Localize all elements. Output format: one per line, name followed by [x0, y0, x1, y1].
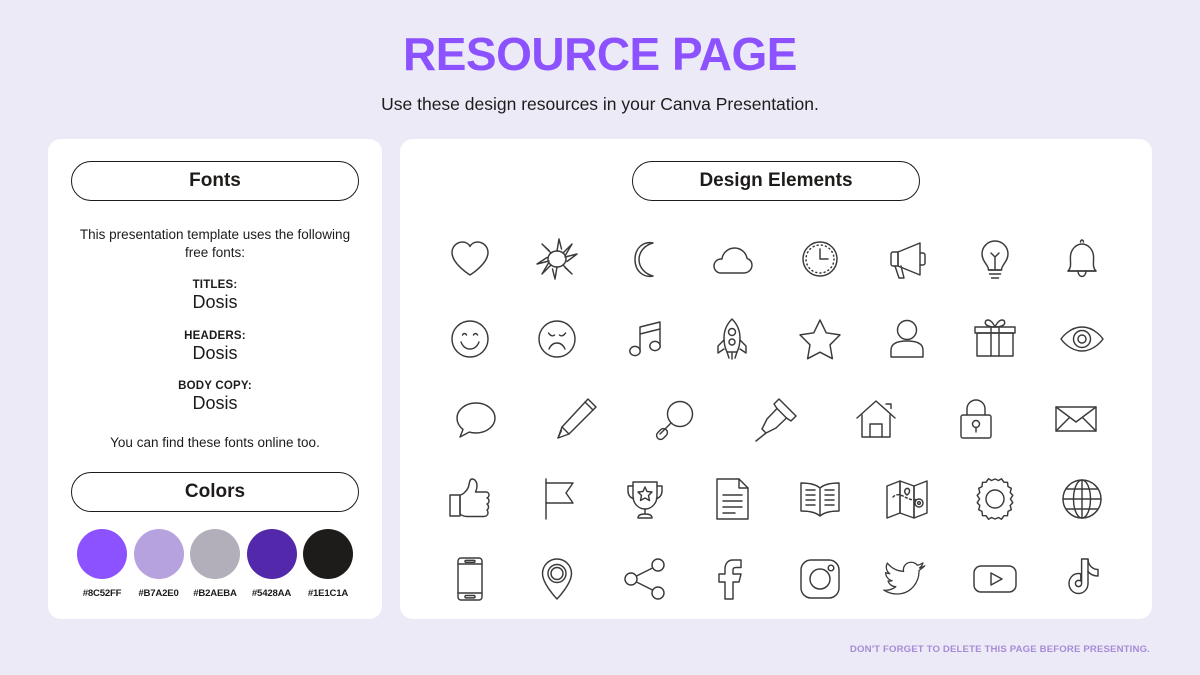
lock-icon[interactable] [945, 390, 1007, 448]
moon-icon[interactable] [614, 230, 676, 288]
color-swatch-item: #1E1C1A [300, 528, 356, 599]
megaphone-icon[interactable] [876, 230, 938, 288]
document-icon[interactable] [701, 470, 763, 528]
color-swatch-item: #B2AEBA [187, 528, 243, 599]
font-entry-titles: TITLES: Dosis [71, 279, 359, 313]
pencil-icon[interactable] [545, 390, 607, 448]
smiley-face-icon[interactable] [439, 310, 501, 368]
color-swatch-hex: #5428AA [251, 587, 292, 599]
delete-page-reminder: DON'T FORGET TO DELETE THIS PAGE BEFORE … [849, 644, 1150, 655]
font-entry-body-copy: BODY COPY: Dosis [71, 380, 359, 414]
fonts-and-colors-card: Fonts This presentation template uses th… [48, 139, 382, 620]
sad-face-icon[interactable] [526, 310, 588, 368]
color-swatch-dot [133, 528, 184, 579]
color-swatch-dot [303, 528, 353, 579]
heart-icon[interactable] [439, 230, 501, 288]
page-subtitle: Use these design resources in your Canva… [381, 94, 819, 115]
person-icon[interactable] [876, 310, 938, 368]
phone-icon[interactable] [439, 550, 501, 608]
font-name-label: Dosis [192, 393, 238, 414]
envelope-icon[interactable] [1045, 390, 1107, 448]
icon-row [426, 459, 1126, 539]
rocket-icon[interactable] [701, 310, 763, 368]
colors-heading-label: Colors [184, 480, 246, 502]
fonts-outro-text: You can find these fonts online too. [110, 434, 320, 450]
gift-icon[interactable] [964, 310, 1026, 368]
color-swatch-hex: #B2AEBA [193, 587, 237, 599]
twitter-icon[interactable] [876, 550, 938, 608]
color-swatch-dot [190, 528, 240, 579]
share-icon[interactable] [614, 550, 676, 608]
icon-row [426, 299, 1126, 379]
magnifier-icon[interactable] [645, 390, 707, 448]
eye-icon[interactable] [1051, 310, 1113, 368]
open-book-icon[interactable] [789, 470, 851, 528]
font-role-label: HEADERS: [184, 329, 246, 342]
speech-bubble-icon[interactable] [445, 390, 507, 448]
pushpin-icon[interactable] [745, 390, 807, 448]
font-name-label: Dosis [192, 291, 238, 312]
color-swatch-hex: #B7A2E0 [138, 587, 179, 599]
youtube-icon[interactable] [964, 550, 1026, 608]
gear-icon[interactable] [964, 470, 1026, 528]
icon-row [426, 219, 1126, 299]
house-icon[interactable] [845, 390, 907, 448]
icon-grid [400, 219, 1152, 619]
music-note-icon[interactable] [614, 310, 676, 368]
thumbs-up-icon[interactable] [439, 470, 501, 528]
icon-row [426, 379, 1126, 459]
trophy-icon[interactable] [614, 470, 676, 528]
color-swatch-item: #8C52FF [74, 528, 130, 599]
font-name-label: Dosis [192, 342, 238, 363]
facebook-icon[interactable] [701, 550, 763, 608]
color-swatch-hex: #8C52FF [82, 587, 122, 599]
map-icon[interactable] [876, 470, 938, 528]
colors-heading-pill: Colors [71, 471, 359, 512]
font-entry-headers: HEADERS: Dosis [71, 330, 359, 364]
icon-row [426, 539, 1126, 619]
color-swatch-row: #8C52FF #B7A2E0 #B2AEBA #5428AA #1E1C1A [71, 528, 359, 599]
fonts-heading-pill: Fonts [71, 161, 359, 202]
font-role-label: BODY COPY: [178, 380, 252, 393]
color-swatch-hex: #1E1C1A [307, 587, 349, 599]
location-pin-icon[interactable] [526, 550, 588, 608]
cloud-icon[interactable] [701, 230, 763, 288]
lightbulb-icon[interactable] [964, 230, 1026, 288]
instagram-icon[interactable] [789, 550, 851, 608]
clock-icon[interactable] [789, 230, 851, 288]
fonts-intro-text: This presentation template uses the foll… [79, 227, 351, 261]
color-swatch-item: #5428AA [244, 528, 300, 599]
tiktok-icon[interactable] [1051, 550, 1113, 608]
bell-icon[interactable] [1051, 230, 1113, 288]
design-elements-card: Design Elements [400, 139, 1152, 620]
color-swatch-dot [77, 528, 127, 579]
color-swatch-dot [246, 528, 297, 579]
globe-icon[interactable] [1051, 470, 1113, 528]
cards-container: Fonts This presentation template uses th… [0, 139, 1200, 620]
page-title: RESOURCE PAGE [403, 28, 797, 80]
star-icon[interactable] [789, 310, 851, 368]
fonts-heading-label: Fonts [189, 170, 241, 192]
design-elements-heading-pill: Design Elements [632, 161, 920, 202]
flag-icon[interactable] [526, 470, 588, 528]
design-elements-heading-label: Design Elements [699, 170, 853, 192]
sun-icon[interactable] [526, 230, 588, 288]
color-swatch-item: #B7A2E0 [131, 528, 187, 599]
font-role-label: TITLES: [192, 278, 238, 291]
